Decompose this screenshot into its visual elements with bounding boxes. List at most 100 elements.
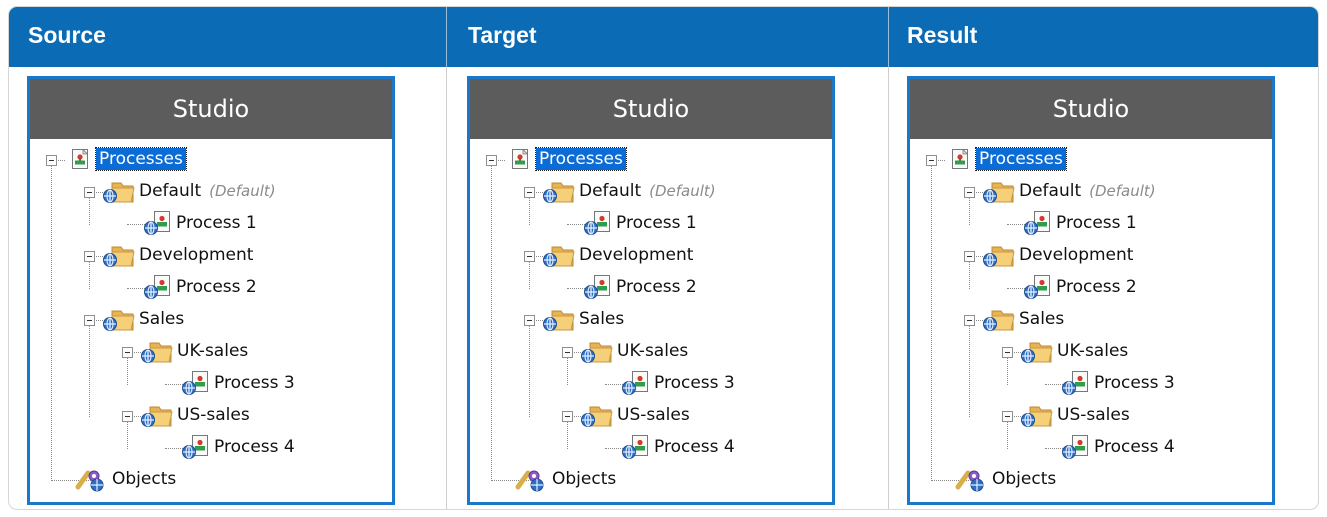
tree-item-process-4[interactable]: Process 4 <box>654 436 735 458</box>
tree-item-processes[interactable]: Processes <box>95 147 187 171</box>
collapse-toggle[interactable] <box>524 187 535 198</box>
folder-icon <box>101 242 135 272</box>
process-icon <box>582 274 612 304</box>
tree-item-development[interactable]: Development <box>1019 244 1133 266</box>
tree-item-process-3[interactable]: Process 3 <box>1094 372 1175 394</box>
tree-item-sales[interactable]: Sales <box>1019 308 1064 330</box>
tree-item-label: Process 1 <box>176 213 257 233</box>
process-icon <box>620 434 650 464</box>
tree-item-label: Default <box>139 181 202 201</box>
collapse-toggle[interactable] <box>524 315 535 326</box>
tree-item-label: Sales <box>579 309 625 329</box>
folder-icon <box>541 178 575 208</box>
tree-item-uk-sales[interactable]: UK-sales <box>1057 340 1128 362</box>
tree-item-label: Process 3 <box>1094 373 1175 393</box>
tree-item-process-3[interactable]: Process 3 <box>214 372 295 394</box>
processes-icon <box>72 148 89 173</box>
column-header-target: Target <box>468 22 537 48</box>
tree-item-label: UK-sales <box>1057 341 1129 361</box>
folder-icon <box>981 178 1015 208</box>
tree-item-process-4[interactable]: Process 4 <box>214 436 295 458</box>
collapse-toggle[interactable] <box>486 155 497 166</box>
folder-icon <box>101 178 135 208</box>
tree-item-label: Process 2 <box>176 277 257 297</box>
studio-title: Studio <box>470 79 832 139</box>
collapse-toggle[interactable] <box>84 251 95 262</box>
tree-connector <box>51 161 52 481</box>
studio-panel-result: Studio Processes Default (Default) Process … <box>907 76 1275 505</box>
tree-item-default[interactable]: Default (Default) <box>139 180 276 202</box>
tree-connector <box>89 321 90 417</box>
collapse-toggle[interactable] <box>1002 347 1013 358</box>
column-divider <box>446 67 447 509</box>
tree-connector <box>969 321 970 417</box>
tree-item-process-1[interactable]: Process 1 <box>616 212 697 234</box>
tree-item-process-4[interactable]: Process 4 <box>1094 436 1175 458</box>
tree-item-sales[interactable]: Sales <box>579 308 624 330</box>
objects-icon <box>514 467 548 497</box>
tree-item-us-sales[interactable]: US-sales <box>177 404 250 426</box>
objects-icon <box>954 467 988 497</box>
tree-item-process-2[interactable]: Process 2 <box>1056 276 1137 298</box>
collapse-toggle[interactable] <box>964 251 975 262</box>
collapse-toggle[interactable] <box>964 315 975 326</box>
tree-item-label: Processes <box>99 149 183 169</box>
collapse-toggle[interactable] <box>122 411 133 422</box>
tree-item-label: Process 4 <box>214 437 295 457</box>
tree-item-processes[interactable]: Processes <box>975 147 1067 171</box>
folder-icon <box>579 402 613 432</box>
tree-item-label: Process 4 <box>654 437 735 457</box>
process-icon <box>180 370 210 400</box>
collapse-toggle[interactable] <box>84 315 95 326</box>
collapse-toggle[interactable] <box>1002 411 1013 422</box>
processes-icon <box>512 148 529 173</box>
tree-item-default[interactable]: Default (Default) <box>1019 180 1156 202</box>
tree-item-uk-sales[interactable]: UK-sales <box>617 340 688 362</box>
tree-item-uk-sales[interactable]: UK-sales <box>177 340 248 362</box>
tree-item-label: Objects <box>552 469 617 489</box>
tree-item-label: Development <box>139 245 254 265</box>
process-icon <box>142 274 172 304</box>
collapse-toggle[interactable] <box>562 411 573 422</box>
studio-title: Studio <box>910 79 1272 139</box>
tree-item-us-sales[interactable]: US-sales <box>617 404 690 426</box>
collapse-toggle[interactable] <box>122 347 133 358</box>
process-icon <box>620 370 650 400</box>
tree-item-objects[interactable]: Objects <box>992 468 1056 490</box>
tree-item-process-2[interactable]: Process 2 <box>176 276 257 298</box>
tree-item-development[interactable]: Development <box>579 244 693 266</box>
tree-item-process-3[interactable]: Process 3 <box>654 372 735 394</box>
process-icon <box>180 434 210 464</box>
tree-item-label: Sales <box>1019 309 1065 329</box>
tree-item-us-sales[interactable]: US-sales <box>1057 404 1130 426</box>
tree-item-process-1[interactable]: Process 1 <box>1056 212 1137 234</box>
tree-item-process-1[interactable]: Process 1 <box>176 212 257 234</box>
tree-item-processes[interactable]: Processes <box>535 147 627 171</box>
process-icon <box>582 210 612 240</box>
tree-item-objects[interactable]: Objects <box>552 468 616 490</box>
process-icon <box>142 210 172 240</box>
process-tree: Processes Default (Default) Process 1 Develo… <box>910 139 1272 502</box>
tree-item-label: UK-sales <box>617 341 689 361</box>
collapse-toggle[interactable] <box>84 187 95 198</box>
collapse-toggle[interactable] <box>964 187 975 198</box>
tree-item-development[interactable]: Development <box>139 244 253 266</box>
table-header: Source Target Result <box>9 7 1318 67</box>
tree-item-objects[interactable]: Objects <box>112 468 176 490</box>
default-tag: (Default) <box>1089 182 1156 200</box>
collapse-toggle[interactable] <box>524 251 535 262</box>
collapse-toggle[interactable] <box>562 347 573 358</box>
tree-item-label: Process 2 <box>616 277 697 297</box>
tree-item-label: Objects <box>112 469 177 489</box>
tree-item-process-2[interactable]: Process 2 <box>616 276 697 298</box>
collapse-toggle[interactable] <box>46 155 57 166</box>
tree-item-sales[interactable]: Sales <box>139 308 184 330</box>
studio-panel-source: Studio Processes Default (Default) Process … <box>27 76 395 505</box>
tree-item-label: Process 2 <box>1056 277 1137 297</box>
folder-icon <box>139 338 173 368</box>
column-divider <box>888 67 889 509</box>
collapse-toggle[interactable] <box>926 155 937 166</box>
tree-item-label: US-sales <box>177 405 250 425</box>
process-icon <box>1022 210 1052 240</box>
tree-item-default[interactable]: Default (Default) <box>579 180 716 202</box>
